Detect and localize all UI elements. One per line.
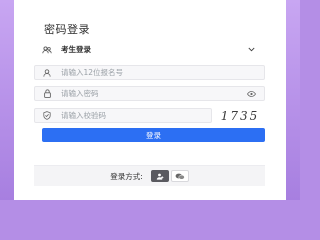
background-left [0,0,14,200]
captcha-image[interactable]: 1735 [214,108,266,123]
role-select[interactable]: 考生登录 [34,42,265,57]
reg-number-input[interactable]: 请输入12位报名号 [34,65,265,80]
reg-number-placeholder: 请输入12位报名号 [61,68,124,77]
background-right [286,0,300,200]
wechat-icon [175,173,185,180]
user-icon [39,65,55,80]
role-select-value: 考生登录 [61,45,91,54]
password-placeholder: 请输入密码 [61,89,99,98]
login-method-account-button[interactable] [150,170,169,182]
password-input[interactable]: 请输入密码 [34,86,265,101]
page-title: 密码登录 [44,23,90,36]
captcha-input[interactable]: 请输入校验码 [34,108,212,123]
person-icon [156,173,164,180]
eye-icon[interactable] [244,86,258,101]
shield-check-icon [39,108,55,123]
login-method-bar: 登录方式: [34,165,265,186]
login-button[interactable]: 登录 [42,128,265,142]
login-method-wechat-button[interactable] [170,170,189,182]
chevron-down-icon [244,42,258,57]
users-icon [39,42,55,57]
login-method-label: 登录方式: [110,171,143,181]
lock-icon [39,86,55,101]
captcha-placeholder: 请输入校验码 [61,111,106,120]
